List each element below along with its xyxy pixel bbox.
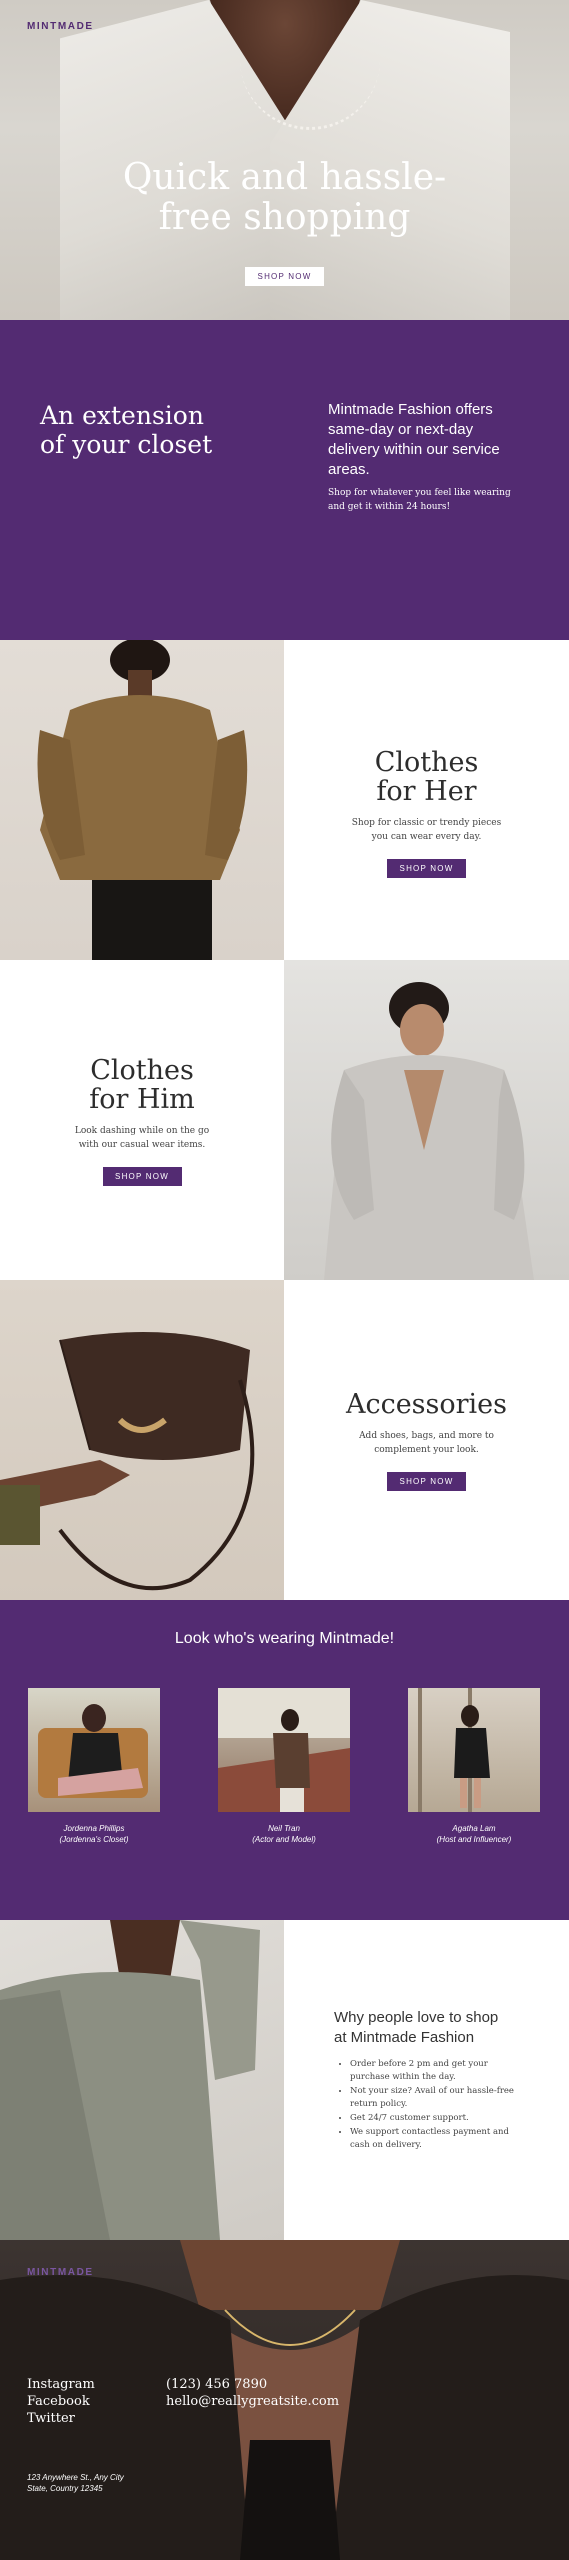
extension-heading-line1: An extension — [40, 401, 204, 430]
why-heading-line2: at Mintmade Fashion — [334, 2029, 475, 2046]
person-caption: Agatha Lam (Host and Influencer) — [408, 1823, 540, 1845]
person-role: (Actor and Model) — [252, 1835, 316, 1844]
person-photo — [218, 1688, 350, 1812]
reason-item: Order before 2 pm and get your purchase … — [350, 2058, 530, 2084]
person-name: Neil Tran — [268, 1824, 300, 1833]
why-reasons-list: Order before 2 pm and get your purchase … — [350, 2058, 530, 2153]
person-name: Agatha Lam — [452, 1824, 496, 1833]
social-links: Instagram Facebook Twitter — [27, 2376, 95, 2427]
him-photo-illustration — [324, 982, 534, 1280]
hero-section: MINTMADE Quick and hassle- free shopping… — [0, 0, 569, 320]
him-description-line1: Look dashing while on the go — [74, 1126, 210, 1136]
person-photo-illustration — [218, 1688, 350, 1812]
reason-item: Not your size? Avail of our hassle-free … — [350, 2085, 530, 2111]
address-line1: 123 Anywhere St., Any City — [27, 2473, 124, 2482]
person-photo — [408, 1688, 540, 1812]
extension-heading: An extension of your closet — [40, 401, 240, 459]
why-section: Why people love to shop at Mintmade Fash… — [284, 1920, 569, 2240]
person-card[interactable]: Agatha Lam (Host and Influencer) — [408, 1688, 540, 1845]
him-title-line1: Clothes — [90, 1055, 194, 1086]
reason-item: We support contactless payment and cash … — [350, 2126, 530, 2152]
phone-number[interactable]: (123) 456 7890 — [166, 2376, 339, 2393]
why-heading: Why people love to shop at Mintmade Fash… — [334, 2008, 544, 2048]
accessories-photo-illustration — [0, 1332, 255, 1591]
why-photo — [0, 1920, 284, 2240]
hero-title-line1: Quick and hassle- — [122, 157, 447, 198]
her-description-line2: you can wear every day. — [371, 832, 482, 842]
brand-logo[interactable]: MINTMADE — [27, 21, 94, 32]
address-line2: State, Country 12345 — [27, 2484, 103, 2493]
him-title-line2: for Him — [89, 1084, 195, 1115]
facebook-link[interactable]: Facebook — [27, 2393, 95, 2410]
him-shop-now-button[interactable]: SHOP NOW — [102, 1167, 182, 1186]
her-photo — [0, 640, 284, 960]
him-description-line2: with our casual wear items. — [78, 1140, 206, 1150]
accessories-shop-now-button[interactable]: SHOP NOW — [387, 1472, 466, 1491]
instagram-link[interactable]: Instagram — [27, 2376, 95, 2393]
contact-info: (123) 456 7890 hello@reallygreatsite.com — [166, 2376, 339, 2410]
why-heading-line1: Why people love to shop — [334, 2009, 499, 2026]
accessories-description-line1: Add shoes, bags, and more to — [359, 1431, 494, 1441]
him-photo — [284, 960, 569, 1280]
extension-section: An extension of your closet Mintmade Fas… — [0, 320, 569, 640]
her-description-line1: Shop for classic or trendy pieces — [351, 818, 502, 828]
testimonials-section: Look who's wearing Mintmade! Jordenna Ph… — [0, 1600, 569, 1920]
extension-heading-line2: of your closet — [40, 430, 213, 459]
hero-shop-now-button[interactable]: SHOP NOW — [245, 267, 324, 286]
him-description: Look dashing while on the go with our ca… — [0, 1124, 284, 1152]
her-title-line2: for Her — [376, 776, 477, 807]
accessories-photo — [0, 1280, 284, 1600]
him-section: Clothes for Him Look dashing while on th… — [0, 960, 284, 1280]
extension-detail: Shop for whatever you feel like wearing … — [328, 488, 511, 512]
hero-title-line2: free shopping — [158, 197, 411, 238]
footer: MINTMADE Instagram Facebook Twitter (123… — [0, 2240, 569, 2560]
person-caption: Jordenna Phillips (Jordenna's Closet) — [28, 1823, 160, 1845]
person-card[interactable]: Jordenna Phillips (Jordenna's Closet) — [28, 1688, 160, 1845]
person-role: (Host and Influencer) — [436, 1835, 512, 1844]
address: 123 Anywhere St., Any City State, Countr… — [27, 2472, 124, 2494]
him-title: Clothes for Him — [0, 1056, 284, 1114]
accessories-description-line2: complement your look. — [374, 1445, 479, 1455]
accessories-description: Add shoes, bags, and more to complement … — [284, 1429, 569, 1457]
person-role: (Jordenna's Closet) — [59, 1835, 129, 1844]
her-description: Shop for classic or trendy pieces you ca… — [284, 816, 569, 844]
her-section: Clothes for Her Shop for classic or tren… — [284, 640, 569, 960]
email-address[interactable]: hello@reallygreatsite.com — [166, 2393, 339, 2410]
footer-logo[interactable]: MINTMADE — [27, 2267, 94, 2278]
why-photo-illustration — [0, 1920, 260, 2240]
reason-item: Get 24/7 customer support. — [350, 2112, 530, 2125]
person-photo-illustration — [418, 1688, 490, 1812]
person-photo — [28, 1688, 160, 1812]
person-photo-illustration — [38, 1704, 148, 1798]
person-name: Jordenna Phillips — [63, 1824, 125, 1833]
accessories-title: Accessories — [345, 1389, 508, 1420]
her-title: Clothes for Her — [284, 748, 569, 806]
twitter-link[interactable]: Twitter — [27, 2410, 95, 2427]
hero-title: Quick and hassle- free shopping — [0, 158, 569, 238]
her-photo-illustration — [37, 640, 248, 960]
person-card[interactable]: Neil Tran (Actor and Model) — [218, 1688, 350, 1845]
accessories-section: Accessories Add shoes, bags, and more to… — [284, 1280, 569, 1600]
her-title-line1: Clothes — [374, 747, 479, 778]
extension-lead: Mintmade Fashion offers same-day or next… — [328, 401, 500, 478]
testimonials-heading: Look who's wearing Mintmade! — [174, 1630, 395, 1647]
person-caption: Neil Tran (Actor and Model) — [218, 1823, 350, 1845]
her-shop-now-button[interactable]: SHOP NOW — [387, 859, 466, 878]
